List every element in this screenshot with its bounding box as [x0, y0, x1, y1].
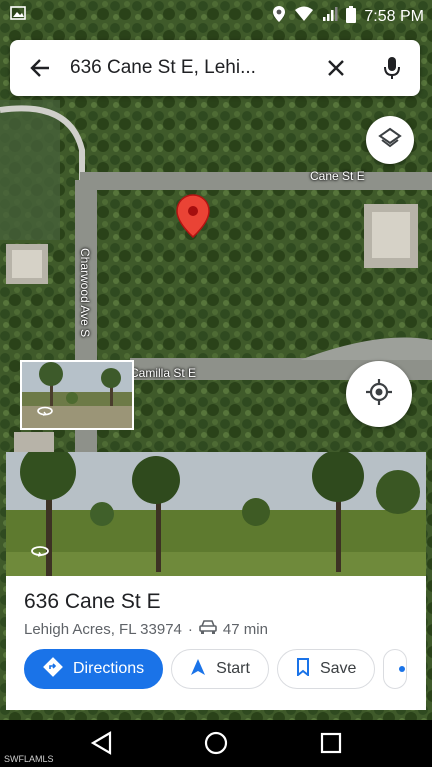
- status-bar: 7:58 PM: [0, 0, 432, 30]
- my-location-button[interactable]: [346, 361, 412, 427]
- wifi-icon: [294, 6, 314, 27]
- image-notification-icon: [10, 6, 26, 25]
- share-button[interactable]: [383, 649, 408, 689]
- street-label-cane: Cane St E: [310, 169, 365, 183]
- location-pin-icon[interactable]: [176, 194, 210, 243]
- recents-square-icon[interactable]: [318, 730, 344, 756]
- home-circle-icon[interactable]: [203, 730, 229, 756]
- signal-icon: [322, 6, 338, 27]
- rotate-360-icon: [30, 544, 50, 563]
- directions-icon: [43, 656, 63, 682]
- search-query[interactable]: 636 Cane St E, Lehi...: [70, 57, 308, 79]
- share-icon: [398, 660, 406, 678]
- bookmark-icon: [296, 657, 310, 681]
- separator: ·: [187, 620, 193, 638]
- back-triangle-icon[interactable]: [88, 730, 114, 756]
- save-label: Save: [319, 660, 357, 677]
- back-arrow-icon[interactable]: [10, 40, 70, 96]
- save-button[interactable]: Save: [276, 649, 376, 689]
- layers-button[interactable]: [366, 116, 414, 164]
- navigation-arrow-icon: [190, 658, 206, 681]
- car-icon: [199, 620, 217, 638]
- rotate-360-icon: [36, 404, 54, 422]
- status-time: 7:58 PM: [364, 7, 424, 25]
- location-status-icon: [272, 5, 286, 28]
- navigation-bar: [0, 720, 432, 767]
- drive-time: 47 min: [222, 620, 268, 638]
- street-label-camilla: Camilla St E: [130, 366, 197, 380]
- battery-icon: [346, 5, 357, 28]
- place-title: 636 Cane St E: [24, 590, 161, 613]
- start-button[interactable]: Start: [171, 649, 269, 689]
- directions-label: Directions: [73, 660, 145, 677]
- place-address: Lehigh Acres, FL 33974: [24, 620, 182, 638]
- search-bar[interactable]: 636 Cane St E, Lehi...: [10, 40, 420, 96]
- street-view-thumbnail[interactable]: [20, 360, 134, 430]
- start-label: Start: [216, 660, 250, 677]
- place-subtitle: Lehigh Acres, FL 33974 · 47 min: [24, 620, 268, 638]
- microphone-icon[interactable]: [364, 40, 420, 96]
- street-label-charwood: Charwood Ave S: [78, 248, 92, 338]
- layers-icon: [378, 126, 402, 155]
- street-view-photo[interactable]: [6, 452, 426, 576]
- directions-button[interactable]: Directions: [24, 649, 164, 689]
- watermark: SWFLAMLS: [4, 754, 54, 764]
- clear-icon[interactable]: [308, 40, 364, 96]
- crosshair-icon: [365, 378, 393, 411]
- place-sheet[interactable]: 636 Cane St E Lehigh Acres, FL 33974 · 4…: [6, 576, 426, 710]
- action-chips: Directions Start Save: [24, 649, 408, 689]
